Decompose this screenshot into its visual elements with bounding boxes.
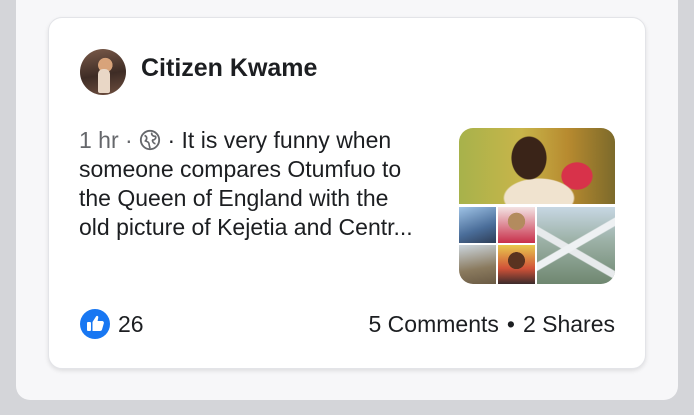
globe-icon <box>140 129 161 151</box>
post-image-collage[interactable] <box>459 128 615 284</box>
post-text-line: the Queen of England with the <box>79 185 389 211</box>
post-card[interactable]: Citizen Kwame 1 hr · · It is very funny … <box>48 17 646 369</box>
collage-image <box>498 207 535 243</box>
meta-dot: · <box>125 127 133 153</box>
author-name[interactable]: Citizen Kwame <box>141 54 317 83</box>
avatar-figure <box>98 69 110 93</box>
comments-count[interactable]: 5 Comments <box>369 311 499 337</box>
post-text[interactable]: 1 hr · · It is very funny when someone c… <box>79 126 449 242</box>
collage-main-image <box>459 128 615 204</box>
post-text-line: someone compares Otumfuo to <box>79 156 402 182</box>
collage-image <box>459 245 496 284</box>
post-meta-line: 1 hr · · It is very funny when <box>79 127 391 153</box>
collage-image <box>459 207 496 243</box>
author-avatar[interactable] <box>80 49 126 95</box>
like-count[interactable]: 26 <box>118 311 144 338</box>
post-text-line: · It is very funny when <box>167 127 392 153</box>
engagement-separator: • <box>506 311 515 337</box>
post-time: 1 hr <box>79 127 119 153</box>
engagement-summary: 5 Comments • 2 Shares <box>369 311 616 338</box>
like-icon[interactable] <box>80 309 110 339</box>
shares-count[interactable]: 2 Shares <box>523 311 615 337</box>
collage-image <box>498 245 535 284</box>
post-text-line: old picture of Kejetia and Centr... <box>79 214 413 240</box>
collage-image <box>537 207 615 284</box>
